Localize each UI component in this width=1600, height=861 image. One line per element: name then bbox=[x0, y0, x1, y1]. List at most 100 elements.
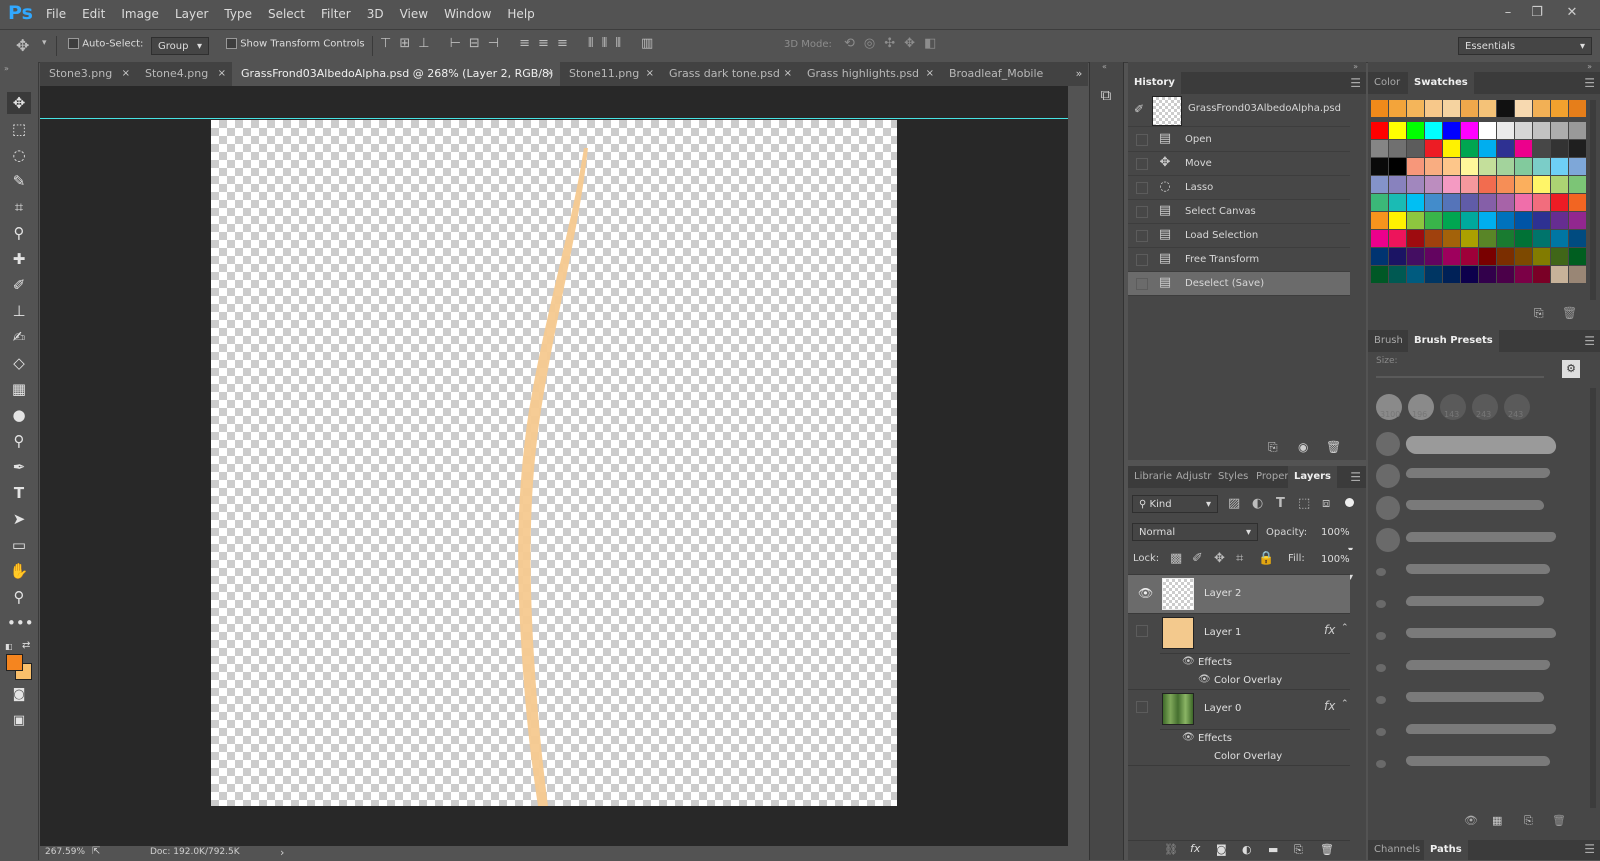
color-swatch[interactable] bbox=[1371, 176, 1388, 193]
color-swatch[interactable] bbox=[1425, 100, 1442, 117]
quick-selection-tool-icon[interactable]: ✎ bbox=[7, 170, 31, 192]
color-swatch[interactable] bbox=[1479, 140, 1496, 157]
history-step[interactable]: ▤ Load Selection bbox=[1128, 224, 1350, 248]
collapse-icon[interactable]: » bbox=[1353, 62, 1358, 71]
panel-menu-icon[interactable]: ☰ bbox=[1584, 842, 1595, 856]
eye-icon[interactable]: 👁 bbox=[1138, 586, 1153, 600]
folder-icon[interactable]: ▬ bbox=[1268, 843, 1278, 856]
color-swatch[interactable] bbox=[1461, 140, 1478, 157]
tab-history[interactable]: History bbox=[1128, 72, 1181, 94]
color-swatch[interactable] bbox=[1425, 230, 1442, 247]
close-tab-icon[interactable]: × bbox=[546, 62, 554, 86]
collapse-icon[interactable]: » bbox=[1587, 62, 1592, 71]
color-swatch[interactable] bbox=[1515, 194, 1532, 211]
color-swatch[interactable] bbox=[1425, 266, 1442, 283]
color-swatch[interactable] bbox=[1461, 248, 1478, 265]
more-tools-icon[interactable]: ••• bbox=[7, 612, 34, 634]
color-swatch[interactable] bbox=[1515, 140, 1532, 157]
effects-label[interactable]: Effects bbox=[1198, 733, 1232, 744]
color-swatch[interactable] bbox=[1551, 266, 1568, 283]
document-tab[interactable]: Broadleaf_Mobile bbox=[940, 62, 1080, 86]
color-swatch[interactable] bbox=[1551, 212, 1568, 229]
hand-tool-icon[interactable]: ✋ bbox=[7, 560, 31, 582]
color-swatch[interactable] bbox=[1389, 100, 1406, 117]
crop-tool-icon[interactable]: ⌗ bbox=[7, 196, 31, 218]
color-swatch[interactable] bbox=[1569, 158, 1586, 175]
brush-stroke-preview[interactable] bbox=[1405, 628, 1557, 638]
3d-pan-icon[interactable]: ✣ bbox=[884, 36, 895, 51]
color-swatch[interactable] bbox=[1569, 140, 1586, 157]
color-swatch[interactable] bbox=[1533, 230, 1550, 247]
color-swatch[interactable] bbox=[1551, 100, 1568, 117]
color-swatch[interactable] bbox=[1551, 158, 1568, 175]
color-swatch[interactable] bbox=[1407, 122, 1424, 139]
brush-stroke-preview[interactable] bbox=[1404, 436, 1558, 454]
eraser-tool-icon[interactable]: ◇ bbox=[7, 352, 31, 374]
screen-mode-icon[interactable]: ▣ bbox=[7, 710, 31, 732]
checkbox-box[interactable] bbox=[68, 38, 79, 49]
layer-name[interactable]: Layer 1 bbox=[1204, 627, 1241, 638]
color-swatch[interactable] bbox=[1407, 158, 1424, 175]
history-source-toggle[interactable] bbox=[1136, 158, 1148, 170]
tab-layers[interactable]: Layers bbox=[1288, 466, 1337, 488]
panel-menu-icon[interactable]: ☰ bbox=[1584, 334, 1595, 348]
color-swatch[interactable] bbox=[1515, 176, 1532, 193]
toggle-brush-panel-icon[interactable]: 👁 bbox=[1464, 814, 1478, 827]
effect-color-overlay[interactable]: Color Overlay bbox=[1214, 675, 1282, 686]
history-source-toggle[interactable] bbox=[1136, 230, 1148, 242]
new-document-from-state-icon[interactable]: ⎘ bbox=[1268, 440, 1278, 455]
pen-tool-icon[interactable]: ✒ bbox=[7, 456, 31, 478]
camera-icon[interactable]: ◉ bbox=[1298, 440, 1308, 454]
tab-channels[interactable]: Channels bbox=[1368, 840, 1426, 860]
color-swatch[interactable] bbox=[1551, 140, 1568, 157]
blend-mode-dropdown[interactable]: Normal ▾ bbox=[1132, 523, 1258, 541]
foreground-color-swatch[interactable] bbox=[6, 654, 23, 671]
type-tool-icon[interactable]: T bbox=[7, 482, 31, 504]
layer-name[interactable]: Layer 0 bbox=[1204, 703, 1241, 714]
lock-pixels-icon[interactable]: ✐ bbox=[1192, 551, 1203, 566]
auto-select-dropdown[interactable]: Group ▾ bbox=[151, 37, 209, 55]
fx-icon[interactable]: fx bbox=[1190, 842, 1200, 855]
tab-color[interactable]: Color bbox=[1368, 72, 1406, 94]
color-swatch[interactable] bbox=[1407, 230, 1424, 247]
auto-align-icon[interactable]: ▥ bbox=[641, 36, 653, 51]
brush-stroke-preview[interactable] bbox=[1405, 756, 1551, 766]
document-tab[interactable]: Grass highlights.psd × bbox=[798, 62, 940, 86]
color-swatch[interactable] bbox=[1371, 212, 1388, 229]
align-vcenter-icon[interactable]: ⊞ bbox=[399, 36, 410, 51]
color-swatch[interactable] bbox=[1479, 230, 1496, 247]
opacity-field[interactable]: 100% ▾ bbox=[1314, 523, 1360, 556]
trash-icon[interactable]: 🗑 bbox=[1320, 843, 1334, 856]
color-swatch[interactable] bbox=[1479, 266, 1496, 283]
layer-row-layer-2[interactable]: 👁 Layer 2 bbox=[1128, 575, 1350, 614]
fx-badge[interactable]: fx bbox=[1324, 623, 1335, 637]
color-swatch[interactable] bbox=[1569, 176, 1586, 193]
layer-filter-dropdown[interactable]: ⚲ Kind ▾ bbox=[1132, 495, 1218, 513]
smart-object-filter-icon[interactable]: ⧈ bbox=[1322, 496, 1330, 511]
menu-image[interactable]: Image bbox=[113, 0, 167, 28]
menu-layer[interactable]: Layer bbox=[167, 0, 216, 28]
color-swatch[interactable] bbox=[1497, 248, 1514, 265]
color-swatch[interactable] bbox=[1515, 230, 1532, 247]
color-swatch[interactable] bbox=[1389, 230, 1406, 247]
color-swatch[interactable] bbox=[1443, 176, 1460, 193]
eye-icon[interactable]: 👁 bbox=[1182, 656, 1195, 667]
panel-menu-icon[interactable]: ☰ bbox=[1350, 76, 1361, 90]
color-swatch[interactable] bbox=[1533, 266, 1550, 283]
color-swatch[interactable] bbox=[1371, 122, 1388, 139]
color-swatch[interactable] bbox=[1371, 100, 1388, 117]
color-swatch[interactable] bbox=[1551, 230, 1568, 247]
history-step[interactable]: ✥ Move bbox=[1128, 152, 1350, 176]
trash-icon[interactable]: 🗑 bbox=[1562, 306, 1577, 320]
color-swatch[interactable] bbox=[1443, 212, 1460, 229]
distribute-left-icon[interactable]: ⦀ bbox=[588, 36, 594, 51]
color-swatch[interactable] bbox=[1461, 122, 1478, 139]
menu-filter[interactable]: Filter bbox=[313, 0, 359, 28]
color-swatch[interactable] bbox=[1461, 266, 1478, 283]
tab-librarie[interactable]: Librarie bbox=[1128, 466, 1174, 488]
color-swatch[interactable] bbox=[1425, 158, 1442, 175]
shape-filter-icon[interactable]: ⬚ bbox=[1298, 496, 1310, 511]
3d-scale-icon[interactable]: ◧ bbox=[924, 36, 936, 51]
history-source-toggle[interactable] bbox=[1136, 254, 1148, 266]
color-swatch[interactable] bbox=[1533, 158, 1550, 175]
